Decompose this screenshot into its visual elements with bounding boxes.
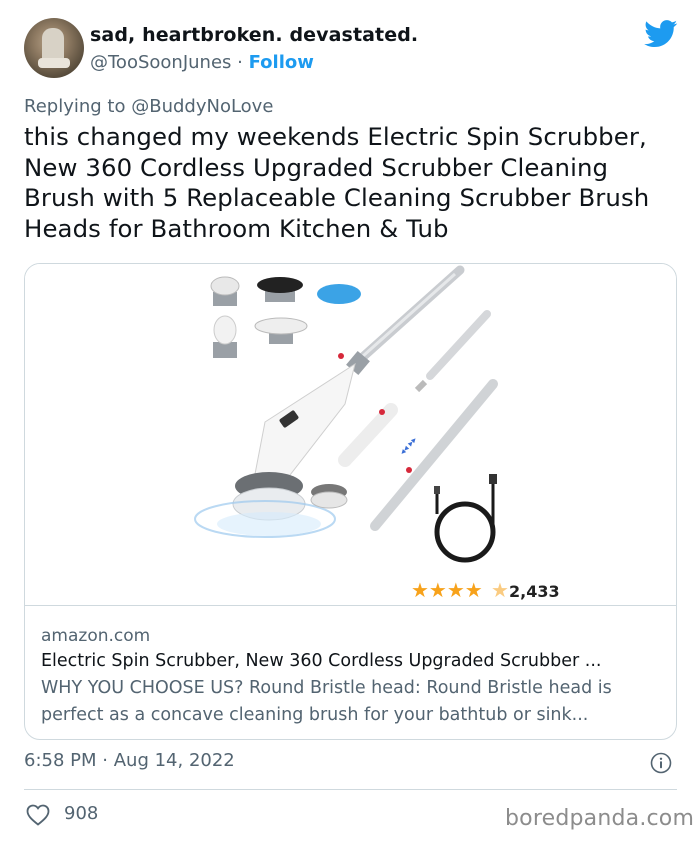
product-image: ◂◂ ▸▸ ★★★★ ★ 2,433: [25, 264, 676, 606]
product-illustration: ◂◂ ▸▸ ★★★★ ★ 2,433: [194, 265, 560, 602]
watermark: boredpanda.com: [505, 806, 695, 831]
timestamp-separator: ·: [102, 750, 108, 771]
separator-dot: ·: [237, 52, 243, 73]
brush-head-4: [254, 317, 308, 344]
tweet-date[interactable]: Aug 14, 2022: [114, 750, 235, 771]
heart-outline-icon[interactable]: [26, 804, 50, 826]
rating-stars: ★★★★ ★: [411, 578, 509, 602]
twitter-bird-icon[interactable]: [644, 20, 678, 48]
replying-user-link[interactable]: @BuddyNoLove: [131, 96, 273, 117]
like-count[interactable]: 908: [64, 803, 98, 824]
replying-to: Replying to @BuddyNoLove: [24, 96, 273, 117]
tweet-header: sad, heartbroken. devastated. @TooSoonJu…: [24, 18, 684, 80]
card-description: WHY YOU CHOOSE US? Round Bristle head: R…: [41, 678, 612, 725]
info-icon[interactable]: [650, 752, 672, 774]
tweet-time[interactable]: 6:58 PM: [24, 750, 97, 771]
sponge-head: [317, 284, 361, 304]
replying-prefix: Replying to: [24, 96, 126, 117]
svg-text:★: ★: [491, 578, 509, 602]
card-domain: amazon.com: [41, 626, 151, 646]
rating-count: 2,433: [509, 582, 560, 601]
svg-text:★★★★: ★★★★: [411, 578, 483, 602]
tweet-text: this changed my weekends Electric Spin S…: [24, 122, 650, 243]
brush-head-2: [257, 277, 303, 302]
follow-button[interactable]: Follow: [249, 52, 314, 73]
brush-head-1: [210, 276, 240, 306]
card-title[interactable]: Electric Spin Scrubber, New 360 Cordless…: [41, 648, 661, 675]
card-meta: amazon.com Electric Spin Scrubber, New 3…: [41, 624, 661, 729]
avatar[interactable]: [24, 18, 84, 78]
link-card[interactable]: ◂◂ ▸▸ ★★★★ ★ 2,433 amazon.com Electric S…: [24, 263, 677, 740]
brush-head-3: [213, 315, 237, 358]
tweet-timestamp[interactable]: 6:58 PM · Aug 14, 2022: [24, 750, 235, 771]
handle-row: @TooSoonJunes · Follow: [90, 52, 314, 73]
user-handle[interactable]: @TooSoonJunes: [90, 52, 231, 73]
svg-text:◂◂ ▸▸: ◂◂ ▸▸: [398, 435, 420, 458]
display-name[interactable]: sad, heartbroken. devastated.: [90, 24, 418, 46]
divider: [24, 789, 677, 790]
